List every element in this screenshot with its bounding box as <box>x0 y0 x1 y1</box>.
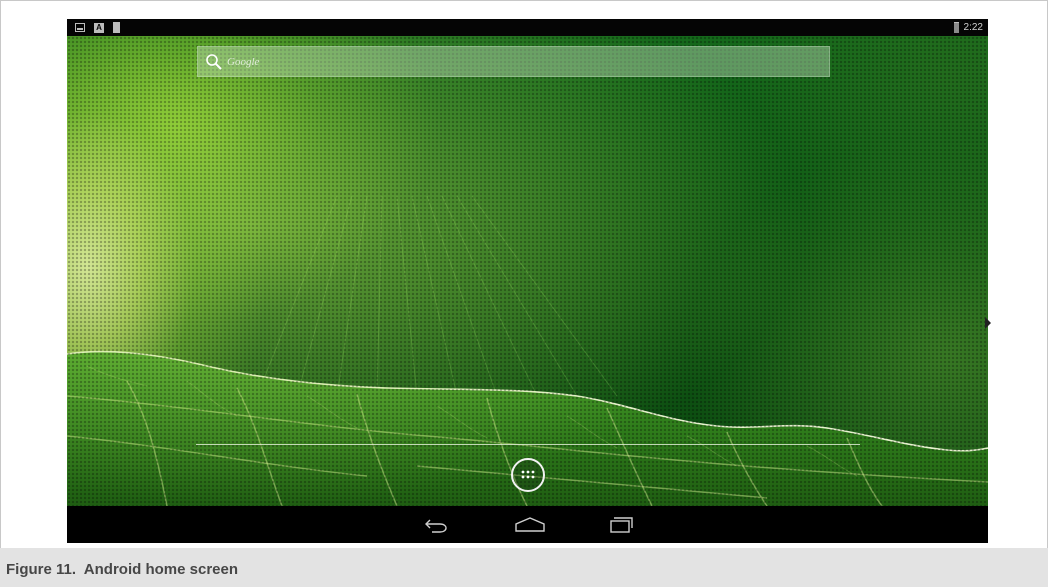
home-icon[interactable] <box>510 514 550 536</box>
figure-caption: Figure 11. Android home screen <box>6 561 239 578</box>
sd-card-icon <box>113 22 120 33</box>
wallpaper <box>67 36 988 506</box>
all-apps-grid-icon <box>521 470 535 479</box>
android-screen: A 2:22 Google <box>67 19 988 543</box>
status-icons-right[interactable]: 2:22 <box>953 21 983 34</box>
wallpaper-dot-pattern <box>67 36 988 506</box>
search-icon <box>206 53 222 70</box>
google-search-bar[interactable]: Google <box>197 46 830 77</box>
back-icon[interactable] <box>416 514 456 536</box>
recents-icon[interactable] <box>600 514 640 536</box>
dock-divider <box>196 444 860 445</box>
search-placeholder: Google <box>227 55 260 68</box>
mouse-cursor-icon <box>985 317 991 329</box>
app-drawer-button[interactable] <box>511 458 545 492</box>
battery-icon <box>953 22 959 33</box>
navigation-bar <box>67 506 988 543</box>
status-icons-left: A <box>75 22 120 33</box>
screenshot-icon <box>75 23 85 32</box>
caption-bar: Figure 11. Android home screen <box>0 548 1048 587</box>
status-bar: A 2:22 <box>67 19 988 36</box>
keyboard-a-icon: A <box>94 22 104 33</box>
clock: 2:22 <box>963 22 983 33</box>
